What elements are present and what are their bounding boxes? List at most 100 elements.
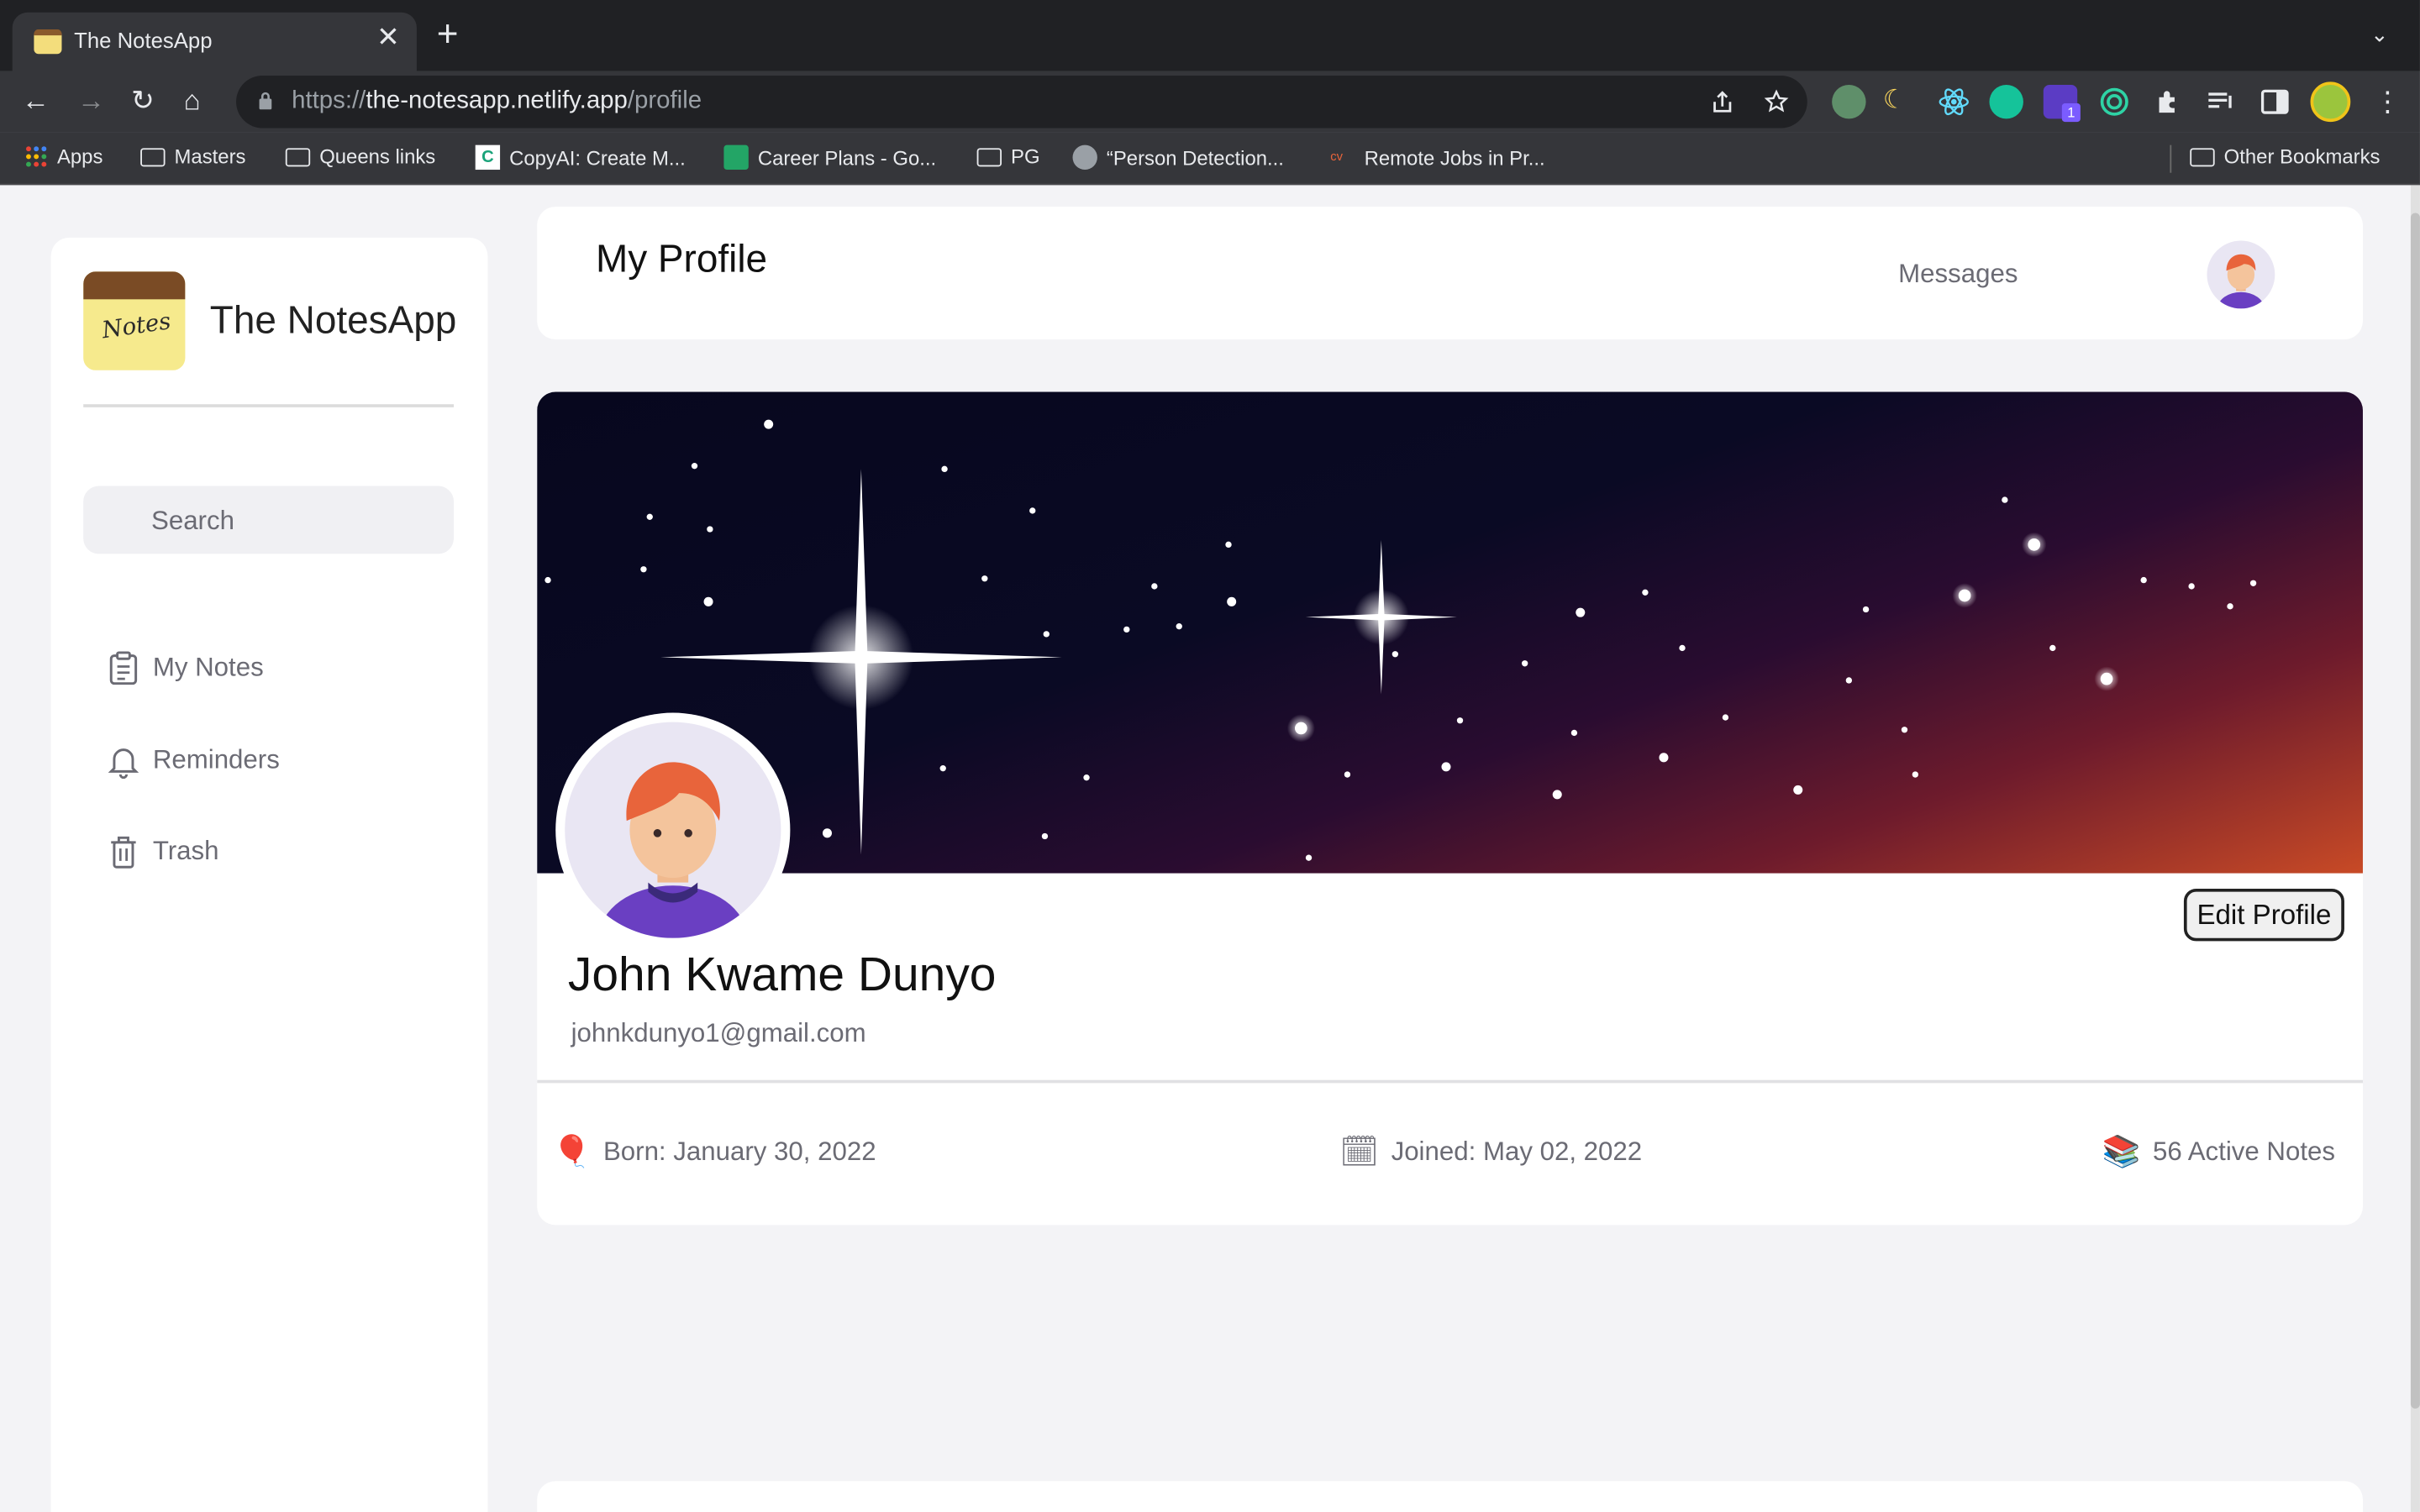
- bookmark-pg[interactable]: PG: [976, 144, 1040, 169]
- joined-stat: 🗓 Joined: May 02, 2022: [1339, 1132, 1642, 1171]
- bookmark-label: Other Bookmarks: [2223, 144, 2381, 169]
- new-tab-button[interactable]: +: [437, 16, 459, 54]
- reload-button[interactable]: ↻: [131, 83, 155, 117]
- react-devtools-icon[interactable]: [1937, 85, 1970, 118]
- grammarly-icon[interactable]: [1989, 85, 2023, 119]
- sidebar-item-label: Reminders: [152, 745, 280, 775]
- search-placeholder: Search: [150, 506, 234, 536]
- trash-icon: [111, 836, 136, 869]
- bookmark-other[interactable]: Other Bookmarks: [2190, 144, 2381, 169]
- born-stat: 🎈 Born: January 30, 2022: [553, 1132, 876, 1171]
- page-header: My Profile Messages: [537, 207, 2363, 340]
- menu-kebab-icon[interactable]: ⋮: [2374, 85, 2402, 118]
- page-title: My Profile: [595, 237, 768, 281]
- bookmark-career-plans[interactable]: Career Plans - Go...: [723, 144, 937, 171]
- night-mode-extension-icon[interactable]: ☾: [1883, 85, 1917, 118]
- bookmark-label: Masters: [174, 144, 246, 169]
- sidebar-item-label: Trash: [152, 836, 219, 866]
- logo-text: Notes: [100, 307, 173, 344]
- lock-icon: [259, 92, 272, 110]
- tab-title: The NotesApp: [74, 28, 213, 53]
- bookmark-queens-links[interactable]: Queens links: [285, 144, 436, 169]
- bookmark-apps[interactable]: Apps: [24, 144, 103, 169]
- bookmark-remote-jobs[interactable]: cv Remote Jobs in Pr...: [1330, 145, 1544, 170]
- forward-button[interactable]: →: [77, 83, 105, 117]
- bookmark-label: PG: [1011, 144, 1040, 169]
- sidebar-item-trash[interactable]: Trash: [107, 833, 219, 870]
- target-extension-icon[interactable]: [2097, 85, 2131, 118]
- joined-date: Joined: May 02, 2022: [1391, 1136, 1643, 1166]
- notes-stat: 📚 56 Active Notes: [2102, 1132, 2335, 1171]
- folder-icon: [976, 147, 1002, 166]
- sidebar-item-reminders[interactable]: Reminders: [107, 742, 280, 780]
- sheets-favicon-icon: [723, 144, 749, 171]
- bookmark-copyai[interactable]: C CopyAI: Create M...: [475, 144, 686, 171]
- active-notes-count: 56 Active Notes: [2153, 1136, 2335, 1166]
- home-button[interactable]: ⌂: [184, 83, 201, 117]
- profile-divider: [537, 1079, 2363, 1083]
- sidebar-divider: [83, 404, 454, 407]
- tab-list-chevron-icon[interactable]: ⌄: [2370, 22, 2389, 48]
- browser-tab-bar: The NotesApp ✕ + ⌄: [0, 0, 2420, 71]
- content-card: [537, 1481, 2363, 1512]
- bookmarks-separator: [2170, 144, 2172, 173]
- bookmark-label: Remote Jobs in Pr...: [1364, 145, 1545, 170]
- folder-icon: [2190, 147, 2215, 166]
- app-viewport: Notes The NotesApp Search My Notes Remin…: [0, 185, 2420, 1512]
- bell-icon: [108, 748, 139, 780]
- sidebar-item-label: My Notes: [152, 652, 264, 682]
- sidebar: Notes The NotesApp Search My Notes Remin…: [50, 237, 488, 1512]
- profile-card: Edit Profile John Kwame Dunyo johnkdunyo…: [537, 391, 2363, 1226]
- folder-icon: [140, 147, 166, 166]
- app-name: The NotesApp: [209, 299, 457, 343]
- extension-badge: 1: [2061, 103, 2081, 123]
- extension-purple-icon[interactable]: 1: [2043, 85, 2081, 123]
- folder-icon: [285, 147, 311, 166]
- copyai-favicon-icon: C: [475, 144, 501, 171]
- profile-name: John Kwame Dunyo: [567, 947, 997, 1002]
- close-tab-icon[interactable]: ✕: [376, 22, 400, 55]
- url-text: https://the-notesapp.netlify.app/profile: [292, 87, 702, 114]
- side-panel-icon[interactable]: [2258, 85, 2291, 118]
- globe-icon: [1072, 144, 1097, 171]
- calendar-icon: 🗓: [1339, 1135, 1379, 1170]
- cv-favicon-icon: cv: [1330, 150, 1343, 164]
- back-button[interactable]: ←: [22, 83, 50, 117]
- avatar-illustration-icon: [2217, 254, 2265, 309]
- bookmark-person-detection[interactable]: “Person Detection...: [1072, 144, 1284, 171]
- messages-link[interactable]: Messages: [1898, 260, 2018, 291]
- bookmark-label: Career Plans - Go...: [757, 145, 937, 170]
- sidebar-item-my-notes[interactable]: My Notes: [107, 649, 264, 686]
- bookmark-star-icon[interactable]: [1764, 89, 1789, 114]
- share-icon[interactable]: [1710, 90, 1734, 114]
- bookmarks-bar: Apps Masters Queens links C CopyAI: Crea…: [0, 132, 2420, 186]
- profile-avatar-icon[interactable]: [2310, 81, 2351, 123]
- extensions-puzzle-icon[interactable]: [2151, 85, 2185, 118]
- bookmark-label: CopyAI: Create M...: [509, 145, 686, 170]
- balloon-icon: 🎈: [552, 1135, 592, 1170]
- clipboard-icon: [109, 651, 138, 685]
- bookmark-masters[interactable]: Masters: [140, 144, 246, 169]
- bookmark-label: Apps: [56, 144, 103, 169]
- scrollbar-thumb[interactable]: [2410, 213, 2420, 1409]
- avatar-illustration-icon: [598, 762, 747, 938]
- cover-image: [537, 391, 2363, 874]
- user-avatar[interactable]: [2207, 240, 2275, 309]
- bookmark-label: “Person Detection...: [1106, 145, 1284, 170]
- page-scrollbar[interactable]: [2410, 185, 2420, 1512]
- notes-logo: Notes: [83, 271, 186, 370]
- born-date: Born: January 30, 2022: [602, 1136, 876, 1166]
- edit-profile-button[interactable]: Edit Profile: [2183, 888, 2344, 942]
- profile-email: johnkdunyo1@gmail.com: [571, 1018, 866, 1048]
- apps-grid-icon: [26, 146, 47, 167]
- starfield-image: [544, 419, 2257, 861]
- books-icon: 📚: [2102, 1135, 2141, 1170]
- browser-tab[interactable]: The NotesApp ✕: [12, 12, 417, 71]
- browser-toolbar: ← → ↻ ⌂ https://the-notesapp.netlify.app…: [0, 71, 2420, 133]
- address-bar[interactable]: https://the-notesapp.netlify.app/profile: [236, 75, 1807, 129]
- extension-x-icon[interactable]: [1832, 85, 1866, 119]
- profile-avatar: [555, 712, 791, 948]
- reading-list-icon[interactable]: [2204, 85, 2238, 118]
- bookmark-label: Queens links: [319, 144, 436, 169]
- search-input[interactable]: Search: [83, 486, 454, 554]
